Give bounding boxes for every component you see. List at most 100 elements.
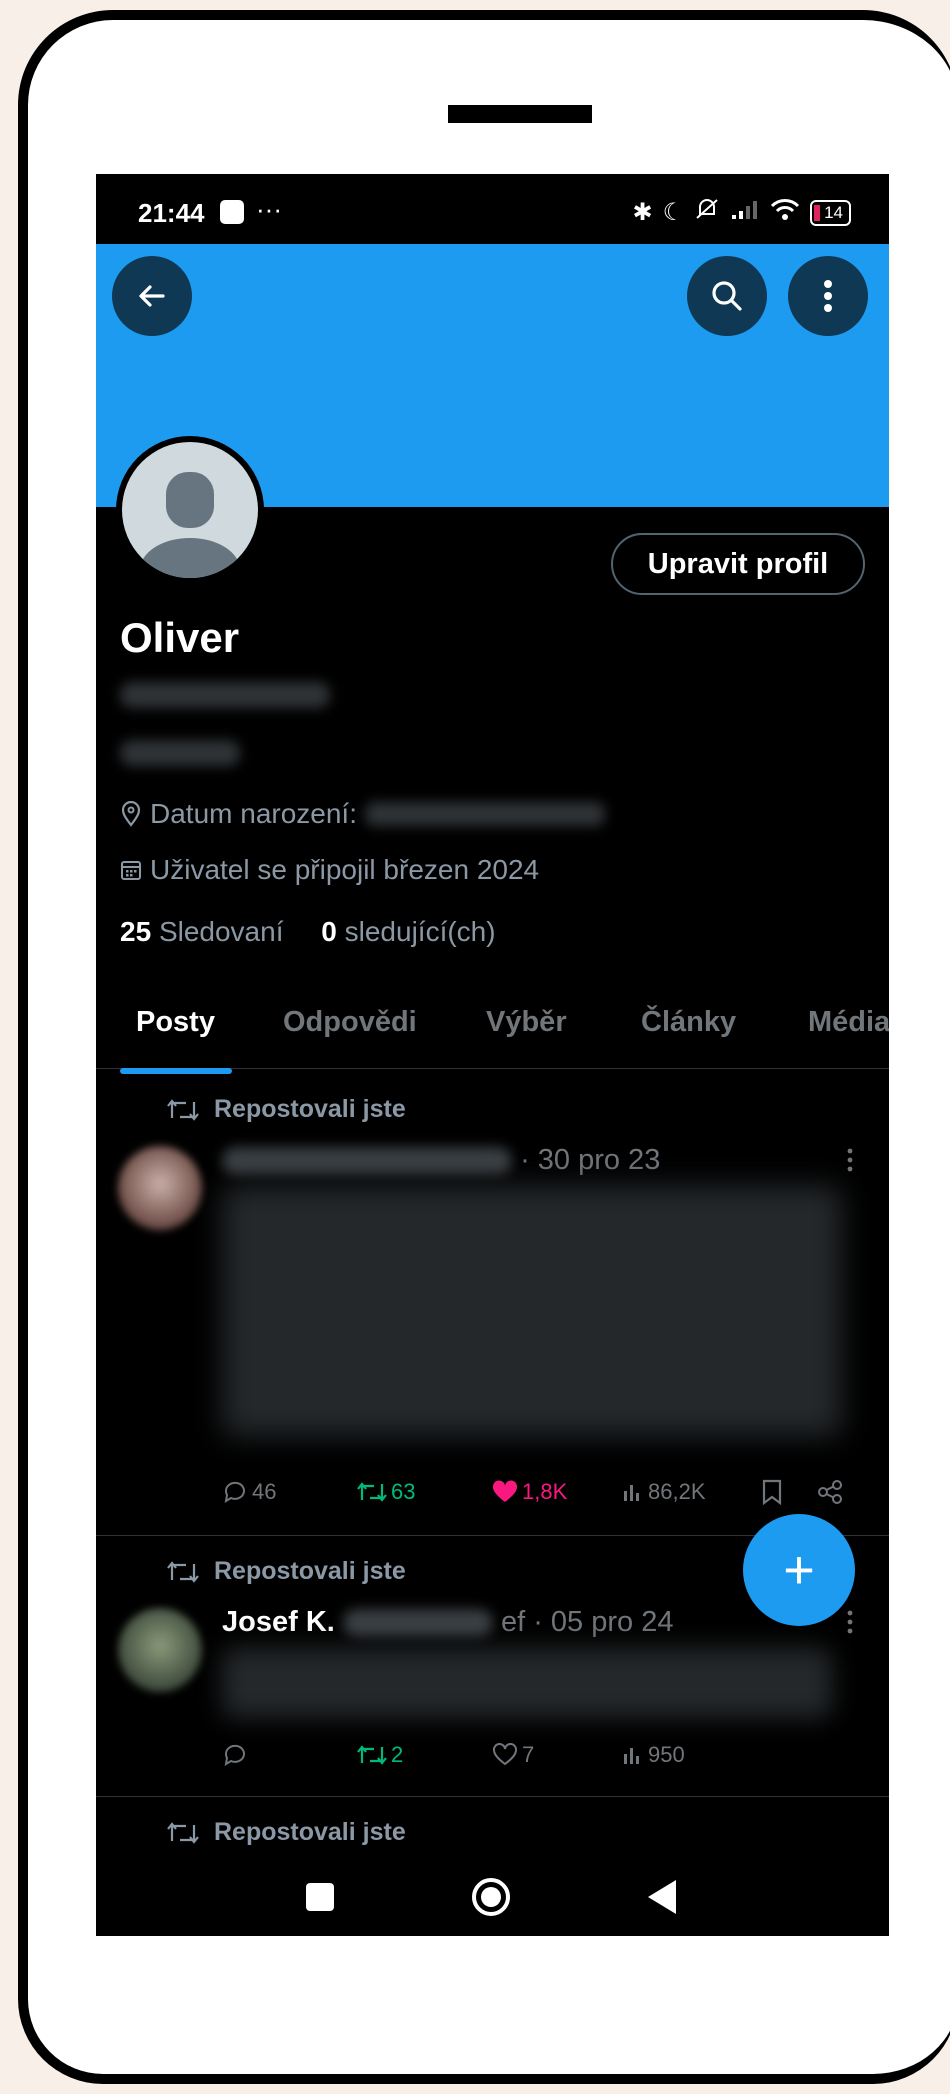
phone-speaker	[448, 105, 592, 123]
vertical-dots-icon	[847, 1610, 853, 1634]
bookmark-icon	[762, 1479, 782, 1505]
vertical-dots-icon	[824, 280, 832, 312]
plus-icon: +	[783, 1540, 815, 1600]
following-label: Sledovaní	[158, 916, 284, 947]
post-handle-blurred	[342, 1609, 493, 1638]
follow-stats: 25 Sledovaní 0 sledující(ch)	[120, 916, 496, 948]
post-date: · 30 pro 23	[520, 1144, 661, 1176]
post-author-name[interactable]: Josef K.	[222, 1606, 335, 1638]
tab-replies[interactable]: Odpovědi	[283, 1006, 417, 1039]
reply-button[interactable]: 46	[222, 1479, 276, 1505]
share-icon	[818, 1480, 842, 1504]
tab-highlights[interactable]: Výběr	[486, 1006, 567, 1039]
birthday-value-blurred	[365, 802, 605, 826]
view-count: 86,2K	[648, 1479, 706, 1504]
joined-date: Uživatel se připojil březen 2024	[150, 854, 540, 885]
like-button[interactable]: 7	[492, 1742, 534, 1768]
post-more-button[interactable]	[847, 1610, 853, 1641]
tab-posts[interactable]: Posty	[136, 1006, 215, 1039]
profile-bio-blurred	[120, 740, 240, 766]
app-screen: 21:44 ··· ✱ ☾ 14 Upravit profil Oliver D…	[96, 174, 889, 1936]
repost-label: Repostovali jste	[214, 1557, 406, 1585]
tab-media[interactable]: Média	[808, 1006, 889, 1039]
status-time: 21:44	[138, 198, 205, 228]
post-date: ef · 05 pro 24	[500, 1606, 674, 1638]
vertical-dots-icon	[847, 1148, 853, 1172]
edit-profile-button[interactable]: Upravit profil	[611, 533, 865, 595]
views-chart-icon	[624, 1485, 639, 1501]
repost-label: Repostovali jste	[214, 1095, 406, 1123]
search-button[interactable]	[687, 256, 767, 336]
repost-label: Repostovali jste	[214, 1818, 406, 1846]
post-text-blurred	[222, 1648, 832, 1718]
android-nav-bar	[96, 1858, 889, 1936]
more-options-button[interactable]	[788, 256, 868, 336]
profile-tabs: Posty Odpovědi Výběr Články Média	[96, 996, 889, 1069]
birthday-label: Datum narození:	[150, 798, 357, 829]
views-button[interactable]: 86,2K	[622, 1479, 706, 1505]
status-bar: 21:44 ··· ✱ ☾ 14	[96, 174, 889, 244]
repost-icon	[167, 1098, 199, 1121]
post-avatar[interactable]	[118, 1146, 202, 1230]
repost-indicator: Repostovali jste	[166, 1557, 406, 1586]
profile-name: Oliver	[120, 614, 240, 661]
post-avatar[interactable]	[118, 1608, 202, 1692]
heart-filled-icon	[492, 1480, 518, 1502]
post-divider	[96, 1796, 889, 1797]
more-notifications-icon: ···	[256, 194, 282, 224]
back-arrow-icon	[139, 285, 165, 307]
profile-avatar[interactable]	[116, 436, 264, 584]
followers-link[interactable]: 0 sledující(ch)	[321, 916, 495, 947]
bookmark-button[interactable]	[762, 1479, 782, 1505]
like-count: 7	[522, 1742, 535, 1767]
tab-articles[interactable]: Články	[641, 1006, 736, 1039]
recent-apps-button[interactable]	[306, 1883, 334, 1911]
muted-icon	[694, 196, 720, 229]
following-link[interactable]: 25 Sledovaní	[120, 916, 283, 947]
reply-icon	[224, 1481, 245, 1503]
joined-row: Uživatel se připojil březen 2024	[120, 854, 539, 886]
repost-count: 63	[391, 1479, 416, 1504]
post-header: Josef K. ef · 05 pro 24	[222, 1606, 673, 1639]
followers-label: sledující(ch)	[344, 916, 496, 947]
reply-button[interactable]	[222, 1742, 252, 1768]
search-icon	[712, 281, 742, 311]
post-header: · 30 pro 23	[222, 1144, 660, 1177]
post-text-blurred	[222, 1186, 842, 1436]
repost-indicator: Repostovali jste	[166, 1818, 406, 1847]
post-author-blurred[interactable]	[222, 1147, 512, 1176]
reply-icon	[224, 1744, 245, 1766]
signal-icon	[730, 197, 760, 228]
wifi-icon	[770, 197, 800, 228]
like-button[interactable]: 1,8K	[492, 1479, 567, 1505]
status-icons: ✱ ☾ 14	[632, 196, 851, 229]
back-button[interactable]	[112, 256, 192, 336]
views-button[interactable]: 950	[622, 1742, 685, 1768]
active-tab-indicator	[120, 1068, 232, 1074]
repost-icon	[167, 1560, 199, 1583]
battery-level: 14	[824, 202, 843, 222]
reply-count: 46	[252, 1479, 277, 1504]
repost-icon	[167, 1821, 199, 1844]
post-more-button[interactable]	[847, 1148, 853, 1179]
heart-outline-icon	[493, 1743, 517, 1766]
default-avatar-icon	[122, 442, 258, 578]
repost-button[interactable]: 63	[357, 1479, 415, 1505]
post-actions-bar: 2 7 950	[222, 1742, 872, 1782]
home-dot-icon	[481, 1887, 501, 1907]
profile-handle-blurred	[120, 682, 330, 708]
battery-icon: 14	[810, 199, 851, 226]
post-actions-bar: 46 63 1,8K 86,2K	[222, 1479, 872, 1519]
repost-icon	[357, 1482, 387, 1502]
do-not-disturb-icon: ☾	[662, 199, 685, 226]
share-button[interactable]	[817, 1479, 843, 1505]
back-nav-button[interactable]	[648, 1880, 676, 1914]
repost-icon	[357, 1745, 387, 1765]
compose-post-button[interactable]: +	[743, 1514, 855, 1626]
repost-button[interactable]: 2	[357, 1742, 403, 1768]
home-button[interactable]	[472, 1878, 510, 1916]
calendar-icon	[121, 861, 141, 880]
view-count: 950	[648, 1742, 685, 1767]
following-count: 25	[120, 916, 152, 947]
repost-indicator: Repostovali jste	[166, 1095, 406, 1124]
